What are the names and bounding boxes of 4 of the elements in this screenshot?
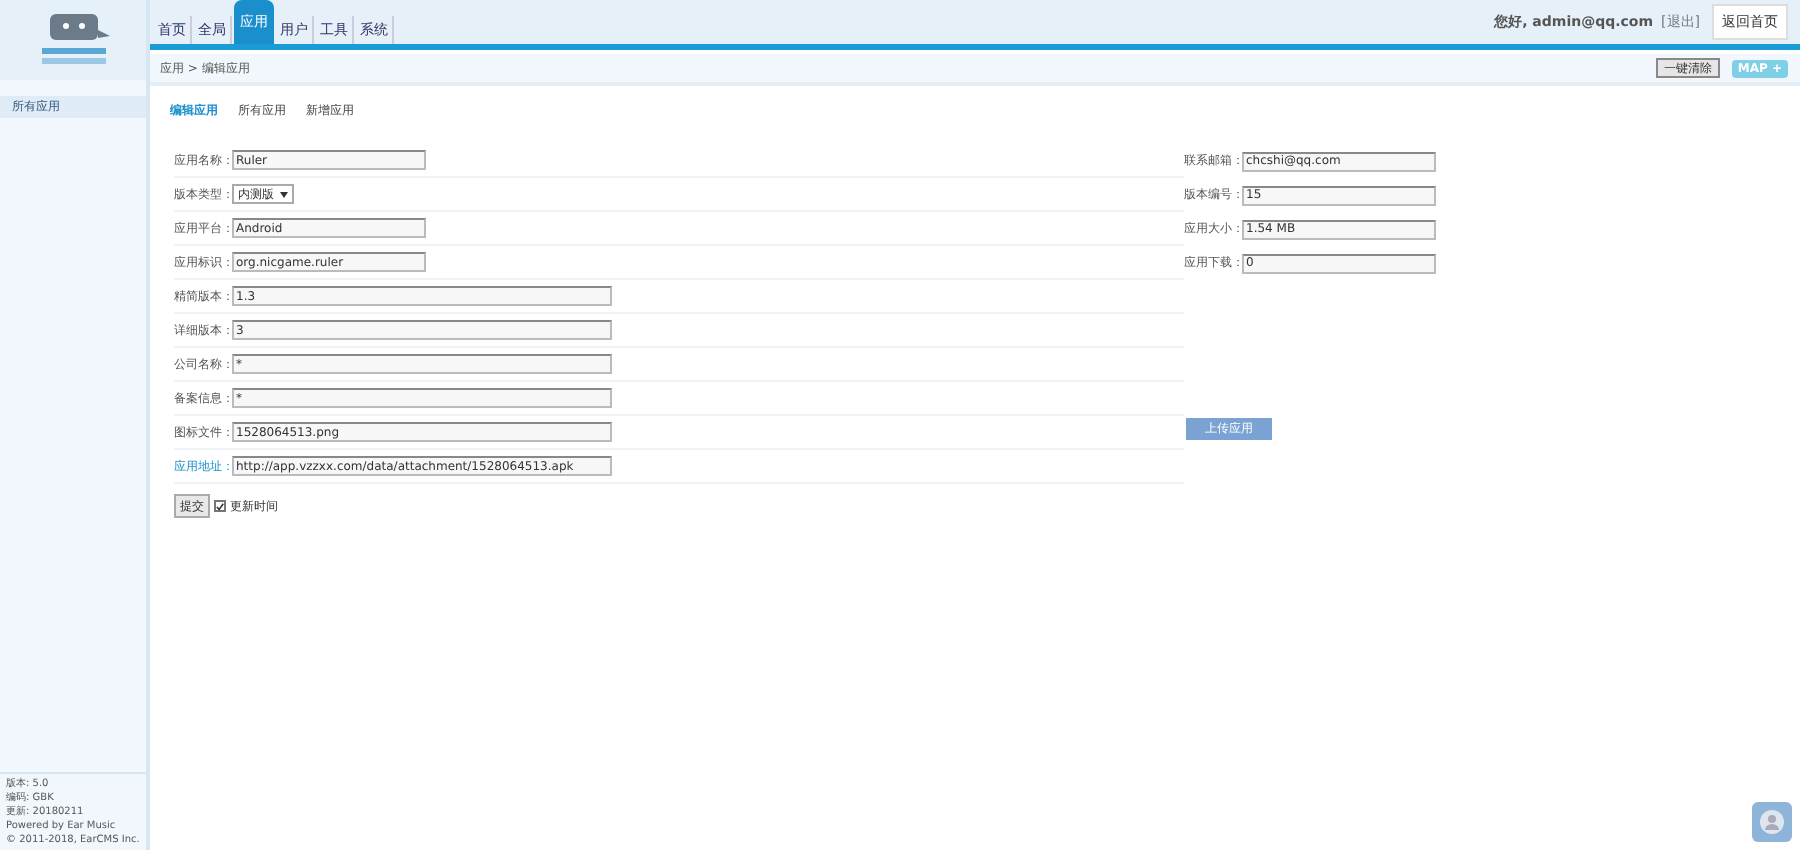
- user-icon: [1760, 810, 1784, 834]
- check-icon: [216, 501, 224, 511]
- checkbox[interactable]: [214, 500, 226, 512]
- caret-icon: [280, 191, 288, 197]
